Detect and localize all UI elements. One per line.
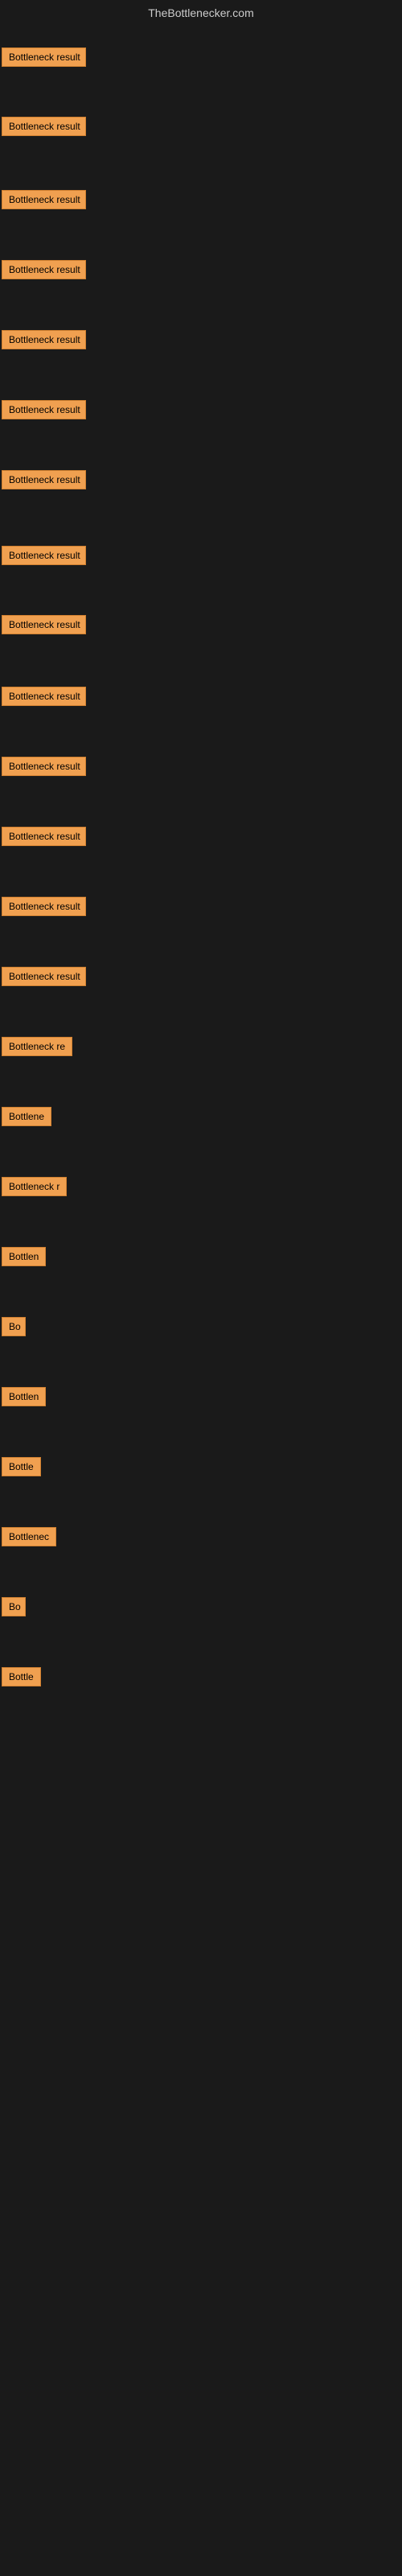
bottleneck-badge-3[interactable]: Bottleneck result bbox=[2, 190, 86, 209]
bottleneck-badge-22[interactable]: Bottlenec bbox=[2, 1527, 56, 1546]
bottleneck-badge-21[interactable]: Bottle bbox=[2, 1457, 41, 1476]
badge-row-5: Bottleneck result bbox=[2, 330, 86, 353]
bottleneck-badge-23[interactable]: Bo bbox=[2, 1597, 26, 1616]
bottleneck-badge-2[interactable]: Bottleneck result bbox=[2, 117, 86, 136]
bottleneck-badge-8[interactable]: Bottleneck result bbox=[2, 546, 86, 565]
bottleneck-badge-24[interactable]: Bottle bbox=[2, 1667, 41, 1686]
badge-row-11: Bottleneck result bbox=[2, 757, 86, 780]
bottleneck-badge-12[interactable]: Bottleneck result bbox=[2, 827, 86, 846]
badge-row-12: Bottleneck result bbox=[2, 827, 86, 850]
bottleneck-badge-4[interactable]: Bottleneck result bbox=[2, 260, 86, 279]
badge-row-20: Bottlen bbox=[2, 1387, 46, 1410]
bottleneck-badge-15[interactable]: Bottleneck re bbox=[2, 1037, 72, 1056]
bottleneck-badge-5[interactable]: Bottleneck result bbox=[2, 330, 86, 349]
badge-row-6: Bottleneck result bbox=[2, 400, 86, 423]
badge-row-8: Bottleneck result bbox=[2, 546, 86, 569]
badge-row-4: Bottleneck result bbox=[2, 260, 86, 283]
badge-row-1: Bottleneck result bbox=[2, 47, 86, 71]
bottleneck-badge-17[interactable]: Bottleneck r bbox=[2, 1177, 67, 1196]
bottleneck-badge-19[interactable]: Bo bbox=[2, 1317, 26, 1336]
badge-row-13: Bottleneck result bbox=[2, 897, 86, 920]
bottleneck-badge-11[interactable]: Bottleneck result bbox=[2, 757, 86, 776]
bottleneck-badge-18[interactable]: Bottlen bbox=[2, 1247, 46, 1266]
site-title-text: TheBottlenecker.com bbox=[148, 6, 254, 19]
badge-row-9: Bottleneck result bbox=[2, 615, 86, 638]
bottleneck-badge-10[interactable]: Bottleneck result bbox=[2, 687, 86, 706]
badge-row-18: Bottlen bbox=[2, 1247, 46, 1270]
badge-row-16: Bottlene bbox=[2, 1107, 51, 1130]
bottleneck-badge-20[interactable]: Bottlen bbox=[2, 1387, 46, 1406]
badge-row-7: Bottleneck result bbox=[2, 470, 86, 493]
badges-container: Bottleneck result Bottleneck result Bottle… bbox=[0, 26, 402, 2562]
badge-row-23: Bo bbox=[2, 1597, 26, 1620]
bottleneck-badge-16[interactable]: Bottlene bbox=[2, 1107, 51, 1126]
badge-row-2: Bottleneck result bbox=[2, 117, 86, 140]
bottleneck-badge-14[interactable]: Bottleneck result bbox=[2, 967, 86, 986]
bottleneck-badge-13[interactable]: Bottleneck result bbox=[2, 897, 86, 916]
bottleneck-badge-6[interactable]: Bottleneck result bbox=[2, 400, 86, 419]
badge-row-22: Bottlenec bbox=[2, 1527, 56, 1550]
badge-row-17: Bottleneck r bbox=[2, 1177, 67, 1200]
badge-row-21: Bottle bbox=[2, 1457, 41, 1480]
badge-row-19: Bo bbox=[2, 1317, 26, 1340]
bottleneck-badge-9[interactable]: Bottleneck result bbox=[2, 615, 86, 634]
bottleneck-badge-7[interactable]: Bottleneck result bbox=[2, 470, 86, 489]
badge-row-14: Bottleneck result bbox=[2, 967, 86, 990]
badge-row-10: Bottleneck result bbox=[2, 687, 86, 710]
bottleneck-badge-1[interactable]: Bottleneck result bbox=[2, 47, 86, 67]
badge-row-15: Bottleneck re bbox=[2, 1037, 72, 1060]
site-title: TheBottlenecker.com bbox=[0, 0, 402, 26]
badge-row-24: Bottle bbox=[2, 1667, 41, 1690]
badge-row-3: Bottleneck result bbox=[2, 190, 86, 213]
